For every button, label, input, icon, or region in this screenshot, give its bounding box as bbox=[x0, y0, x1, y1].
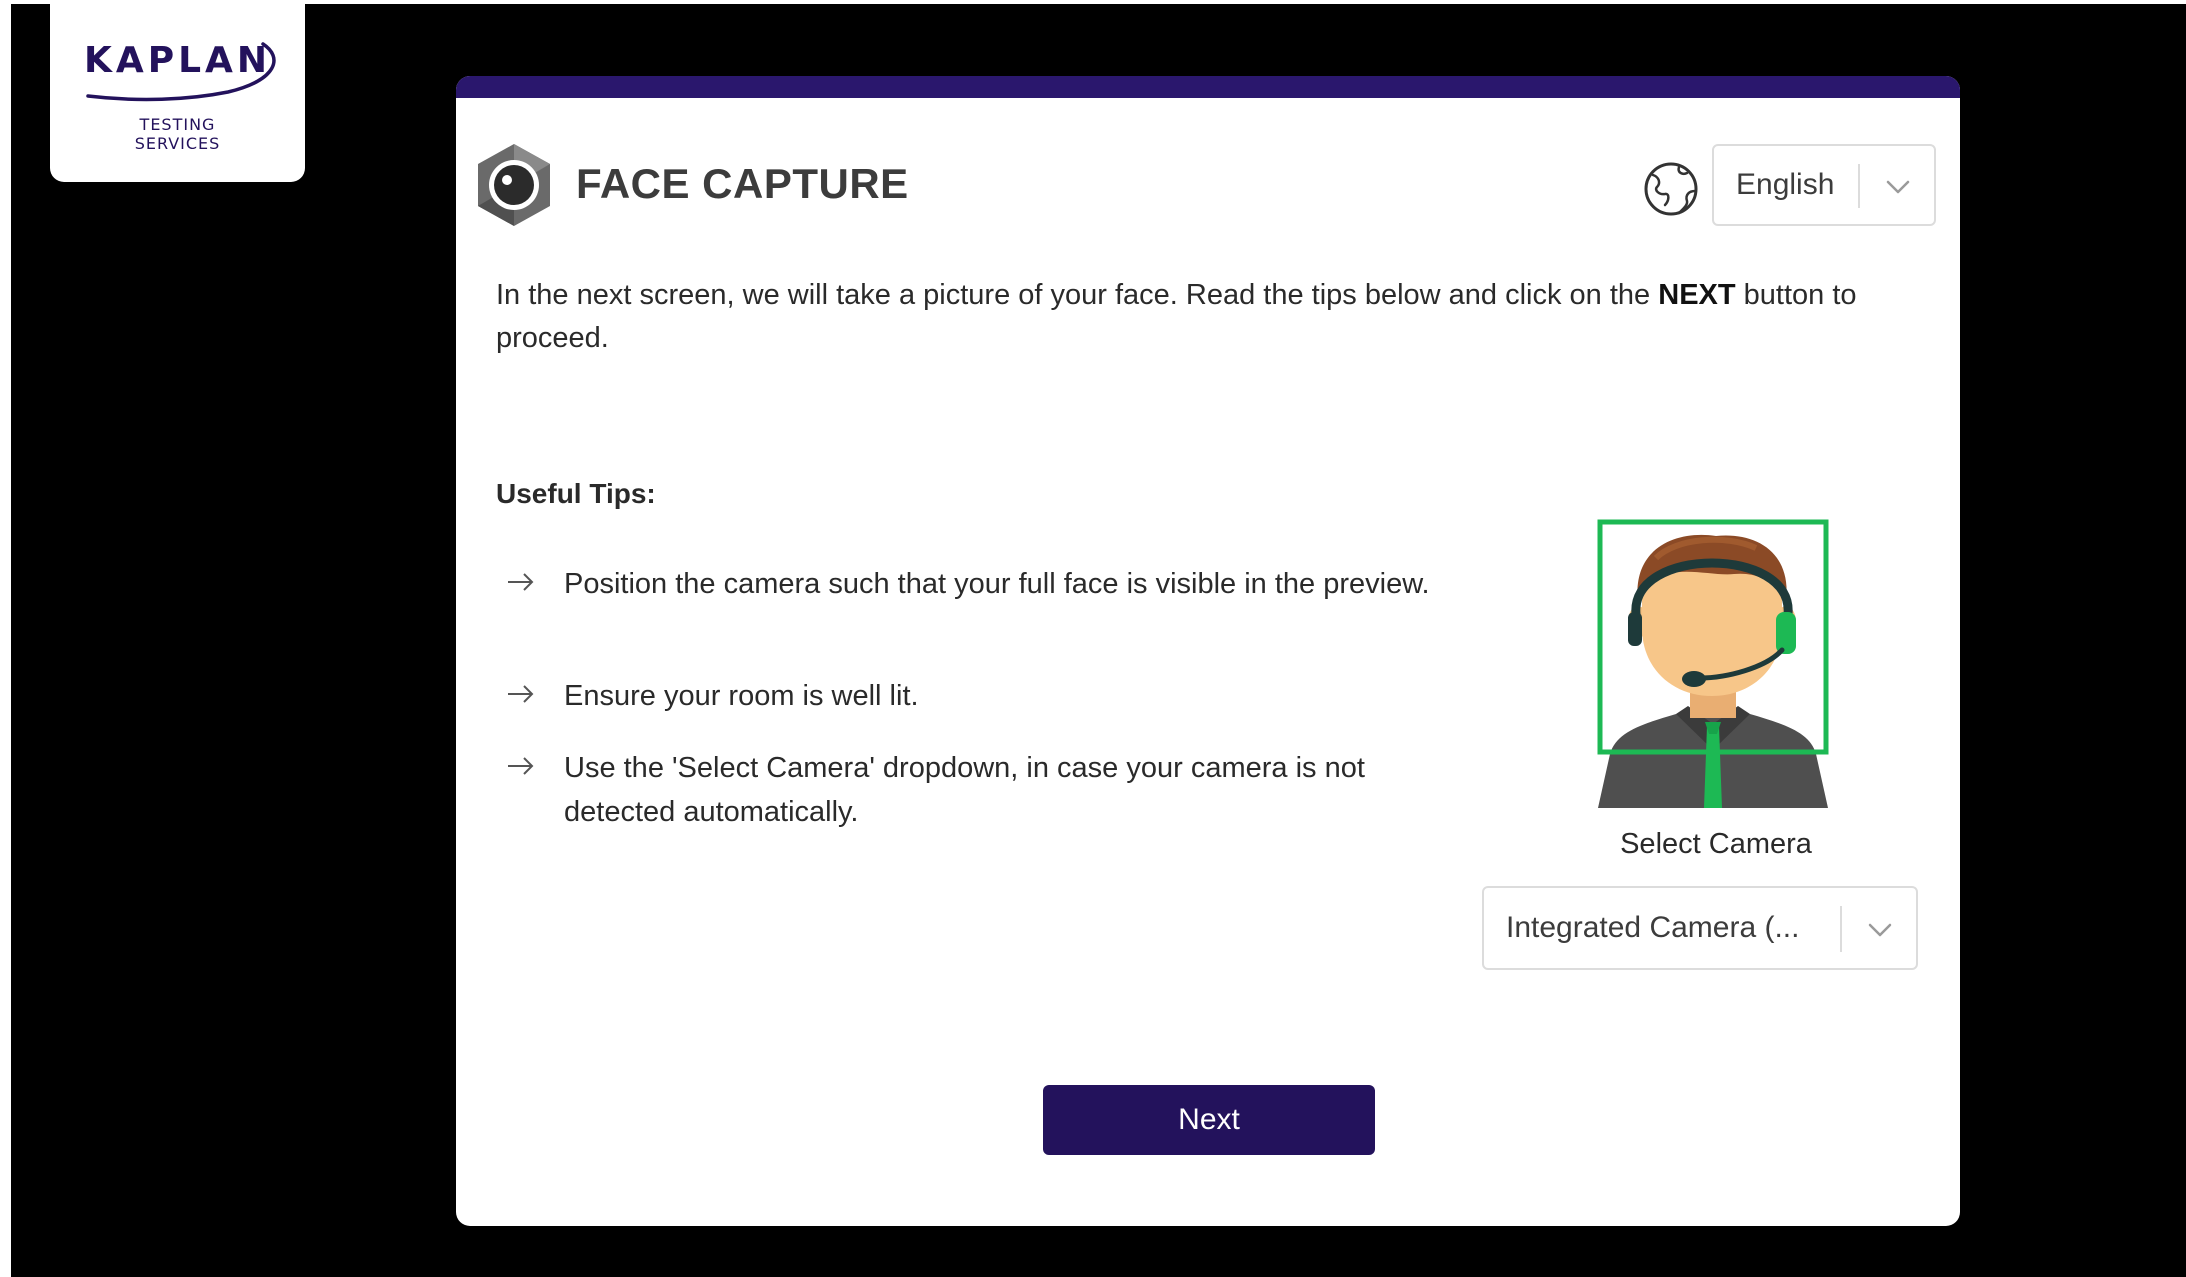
arrow-right-icon bbox=[508, 757, 534, 775]
camera-dropdown-divider bbox=[1840, 906, 1842, 952]
top-edge bbox=[0, 0, 2186, 4]
intro-text-start: In the next screen, we will take a pictu… bbox=[496, 279, 1659, 311]
left-edge bbox=[0, 0, 11, 1277]
chevron-down-icon bbox=[1868, 923, 1892, 937]
kaplan-logo: KAPLAN TESTING SERVICES bbox=[50, 4, 305, 182]
language-dropdown-divider bbox=[1858, 164, 1860, 208]
logo-subtitle-line2: SERVICES bbox=[134, 134, 221, 153]
page-title: FACE CAPTURE bbox=[576, 160, 909, 207]
logo-subtitle-line1: TESTING bbox=[139, 115, 216, 134]
tip-text: Position the camera such that your full … bbox=[564, 568, 1430, 600]
tip-text: Ensure your room is well lit. bbox=[564, 680, 919, 712]
select-camera-label: Select Camera bbox=[1620, 828, 1812, 860]
arrow-right-icon bbox=[508, 573, 534, 591]
intro-text-emphasis: NEXT bbox=[1658, 279, 1736, 311]
next-button[interactable]: Next bbox=[1043, 1085, 1375, 1155]
agent-headset-avatar bbox=[1597, 519, 1829, 808]
intro-text: In the next screen, we will take a pictu… bbox=[496, 274, 1936, 360]
chevron-down-icon bbox=[1886, 180, 1910, 194]
logo-wordmark: KAPLAN bbox=[83, 40, 272, 81]
language-selected-value: English bbox=[1736, 168, 1835, 201]
tips-heading: Useful Tips: bbox=[496, 478, 656, 509]
camera-dropdown[interactable]: Integrated Camera (... bbox=[1482, 886, 1918, 970]
arrow-right-icon bbox=[508, 685, 534, 703]
language-dropdown[interactable]: English bbox=[1712, 144, 1936, 226]
card-top-bar bbox=[456, 76, 1960, 98]
tip-text: Use the 'Select Camera' dropdown, in cas… bbox=[564, 752, 1365, 828]
camera-selected-value: Integrated Camera (... bbox=[1506, 911, 1800, 944]
camera-lens-hex-icon bbox=[478, 144, 550, 226]
globe-icon bbox=[1644, 162, 1698, 216]
face-capture-card: FACE CAPTURE English In the next screen,… bbox=[456, 76, 1960, 1226]
